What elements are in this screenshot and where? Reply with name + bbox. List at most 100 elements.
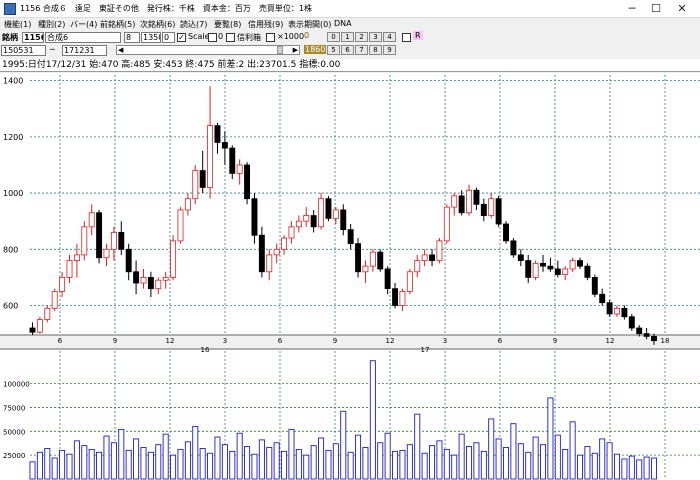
stock-chart: 600 800 1000 1200 1400 6 9 12 3 6 9 12 3 6 9 12 18 16 17 25… xyxy=(0,73,700,480)
period-scrollbar[interactable]: ◀ ▶ xyxy=(116,45,300,55)
volume-bar xyxy=(199,448,206,480)
num-button-9[interactable]: 9 xyxy=(383,45,396,55)
num-button-3[interactable]: 3 xyxy=(369,32,382,42)
num-button-1[interactable]: 1 xyxy=(341,32,354,42)
num-button-6[interactable]: 6 xyxy=(341,45,354,55)
num-button-2[interactable]: 2 xyxy=(355,32,368,42)
candle-body xyxy=(288,226,295,239)
stock-name-field[interactable]: 合成6 xyxy=(45,32,121,43)
month-tick-label: 6 xyxy=(58,337,63,345)
candle-body xyxy=(281,237,288,250)
candle-body xyxy=(636,327,643,335)
candle-body xyxy=(133,271,140,284)
menu-display-period[interactable]: 表示期間(0) xyxy=(288,19,331,30)
volume-bar xyxy=(207,452,214,480)
volume-bar xyxy=(458,433,465,480)
volume-bar xyxy=(184,441,191,480)
number-badge: 1860 xyxy=(304,45,327,54)
start-date-select[interactable]: 150531 xyxy=(1,45,46,56)
volume-bar xyxy=(613,453,621,480)
credit-box-checkbox[interactable] xyxy=(226,33,235,42)
volume-bar xyxy=(503,447,510,480)
title-bar: 1156 合成６ 遠足 東証その他 発行株：千株 資本金：百万 売買単位：1株 … xyxy=(0,0,700,18)
menu-load[interactable]: 読込(7) xyxy=(180,19,207,30)
volume-bar xyxy=(73,440,80,480)
volume-bar xyxy=(547,397,554,480)
candle-body xyxy=(362,265,369,273)
scroll-right-arrow[interactable]: ▶ xyxy=(293,46,298,54)
volume-bar xyxy=(332,443,339,480)
volume-bar xyxy=(569,421,576,480)
candle-body xyxy=(147,276,154,290)
num-button-4[interactable]: 4 xyxy=(383,32,396,42)
month-tick-label: 12 xyxy=(606,337,615,345)
candle-body xyxy=(73,254,80,261)
volume-bar xyxy=(347,451,354,480)
candle-body xyxy=(369,251,376,267)
volume-bar xyxy=(584,446,591,480)
candle-body xyxy=(103,248,110,259)
candle-body xyxy=(584,265,591,278)
volume-bar xyxy=(340,410,347,480)
candle-body xyxy=(436,240,443,261)
candle-body xyxy=(88,212,95,228)
volume-bar xyxy=(273,442,280,480)
x1000-checkbox[interactable] xyxy=(266,33,275,42)
candle-body xyxy=(406,271,413,292)
num-button-5[interactable]: 5 xyxy=(327,45,340,55)
num-button-8[interactable]: 8 xyxy=(369,45,382,55)
volume-bar xyxy=(369,360,376,480)
price-tick-label: 1400 xyxy=(3,77,23,86)
volume-bar xyxy=(303,454,310,480)
candle-body xyxy=(532,262,539,278)
code-input[interactable]: 1156 xyxy=(22,32,44,43)
ohlc-info-bar: 1995:日付17/12/31 始:470 高:485 安:453 終:475 … xyxy=(0,59,700,72)
candle-body xyxy=(517,254,524,261)
field-a[interactable]: 8 xyxy=(124,32,140,43)
scroll-thumb[interactable] xyxy=(277,46,283,54)
num-button-0[interactable]: 0 xyxy=(327,32,340,42)
month-tick-label: 9 xyxy=(113,337,117,345)
volume-bar xyxy=(488,418,495,480)
field-c[interactable]: 0 xyxy=(162,32,175,43)
toolbar-row-1: 銘柄 1156 合成6 8 1350 0 ✓ Scale 0 信利箱 ×1000… xyxy=(0,31,700,44)
candle-body xyxy=(44,307,51,320)
volume-bar xyxy=(525,451,532,480)
field-d-checkbox[interactable] xyxy=(208,33,217,42)
candle-body xyxy=(332,209,339,219)
volume-bar xyxy=(436,440,443,480)
candle-body xyxy=(140,276,147,284)
menu-dna[interactable]: DNA xyxy=(334,19,352,28)
volume-bar xyxy=(377,442,384,480)
menu-next-stock[interactable]: 次銘柄(6) xyxy=(140,19,175,30)
menu-margin[interactable]: 信用残(9) xyxy=(248,19,283,30)
scale-checkbox[interactable]: ✓ xyxy=(177,33,186,42)
volume-bar xyxy=(406,444,413,480)
volume-bar xyxy=(466,446,473,480)
field-b[interactable]: 1350 xyxy=(141,32,161,43)
menu-bar-type[interactable]: バー(4) xyxy=(70,19,97,30)
candle-body xyxy=(214,125,221,143)
menu-summary[interactable]: 要覧(8) xyxy=(214,19,241,30)
candle-body xyxy=(199,170,206,188)
menu-function[interactable]: 機能(1) xyxy=(4,19,31,30)
volume-bar xyxy=(44,448,51,480)
num-button-7[interactable]: 7 xyxy=(355,45,368,55)
candle-body xyxy=(325,198,332,219)
close-button[interactable]: ✕ xyxy=(662,0,700,18)
month-tick-label: 9 xyxy=(333,337,337,345)
candle-body xyxy=(577,260,583,267)
volume-bar xyxy=(355,434,362,480)
volume-bar xyxy=(650,457,658,480)
end-date-select[interactable]: 171231 xyxy=(62,45,107,56)
volume-tick-label: 25000 xyxy=(3,452,25,460)
candle-body xyxy=(643,333,650,337)
menu-type[interactable]: 種別(2) xyxy=(38,19,65,30)
month-tick-label: 6 xyxy=(498,337,503,345)
scroll-left-arrow[interactable]: ◀ xyxy=(118,46,123,54)
candle-body xyxy=(162,276,169,281)
menu-prev-stock[interactable]: 前銘柄(5) xyxy=(100,19,135,30)
r-checkbox[interactable] xyxy=(402,33,411,42)
window-title: 1156 合成６ 遠足 東証その他 発行株：千株 資本金：百万 売買単位：1株 xyxy=(20,4,312,13)
scale-label: Scale xyxy=(188,32,210,41)
